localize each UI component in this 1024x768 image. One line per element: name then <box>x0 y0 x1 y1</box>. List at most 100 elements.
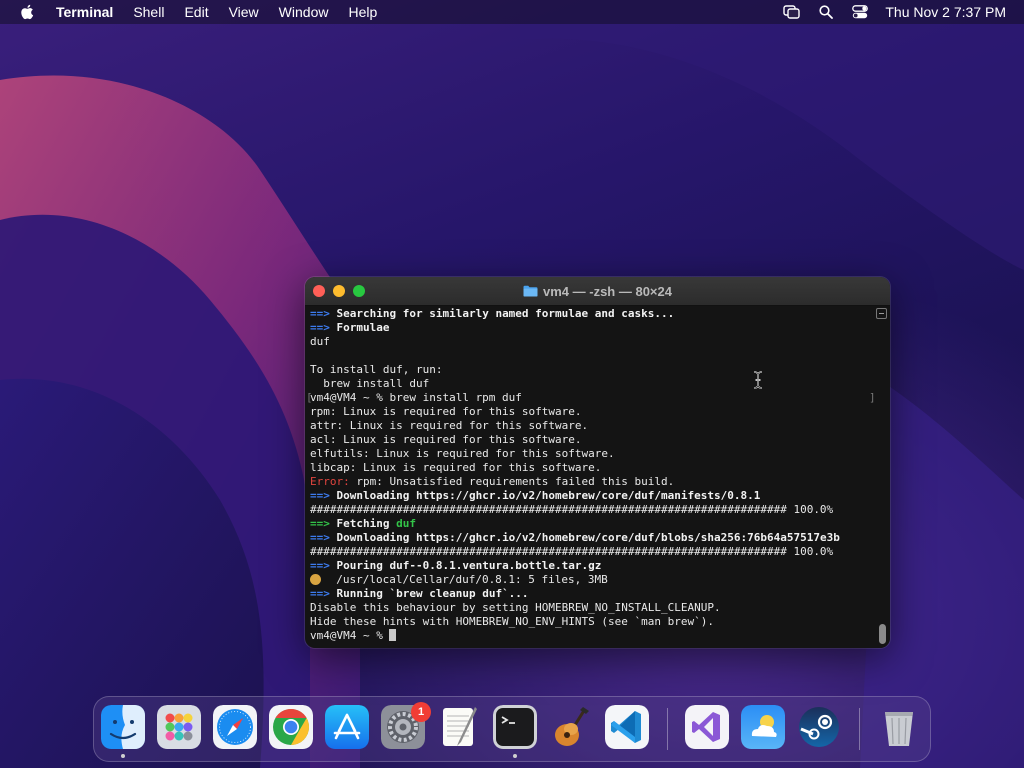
window-title: vm4 — -zsh — 80×24 <box>543 283 672 299</box>
folder-icon <box>523 285 538 297</box>
spotlight-search-icon[interactable] <box>816 3 836 21</box>
menu-help[interactable]: Help <box>338 0 387 24</box>
menu-view[interactable]: View <box>219 0 269 24</box>
terminal-text: rpm: Linux is required for this software… <box>310 405 582 418</box>
terminal-text: brew install duf <box>310 377 430 390</box>
terminal-text: acl: Linux is required for this software… <box>310 433 582 446</box>
dock-divider <box>859 708 860 750</box>
menu-bar-clock[interactable]: Thu Nov 2 7:37 PM <box>885 4 1006 20</box>
menu-app-name[interactable]: Terminal <box>46 0 123 24</box>
terminal-text: duf <box>396 517 416 530</box>
vscode-icon[interactable] <box>605 705 649 749</box>
terminal-line: vm4@VM4 ~ % <box>310 629 876 643</box>
window-titlebar[interactable]: vm4 — -zsh — 80×24 <box>305 277 890 306</box>
terminal-window[interactable]: vm4 — -zsh — 80×24 ==> Searching for sim… <box>305 277 890 648</box>
dock <box>93 696 931 762</box>
terminal-line: brew install duf <box>310 377 876 391</box>
terminal-text: Fetching <box>336 517 397 530</box>
apple-menu-icon[interactable] <box>20 4 34 20</box>
terminal-text: ########################################… <box>310 545 834 558</box>
menu-window[interactable]: Window <box>269 0 339 24</box>
terminal-text: ==> <box>310 531 337 544</box>
scrollbar[interactable] <box>875 306 890 648</box>
terminal-line: rpm: Linux is required for this software… <box>310 405 876 419</box>
terminal-cursor <box>389 629 397 641</box>
terminal-text: Error: <box>310 475 350 488</box>
terminal-text: attr: Linux is required for this softwar… <box>310 419 589 432</box>
terminal-text: To install duf, run: <box>310 363 443 376</box>
terminal-text: ==> <box>310 489 337 502</box>
terminal-icon[interactable] <box>493 705 537 749</box>
terminal-line: ==> Searching for similarly named formul… <box>310 307 876 321</box>
terminal-text: Pouring duf--0.8.1.ventura.bottle.tar.gz <box>336 559 602 572</box>
terminal-text: Running `brew cleanup duf`... <box>336 587 529 600</box>
safari-icon[interactable] <box>213 705 257 749</box>
terminal-text: ==> <box>310 517 337 530</box>
terminal-text: libcap: Linux is required for this softw… <box>310 461 602 474</box>
terminal-text: vm4@VM4 ~ % brew install rpm duf <box>310 391 522 404</box>
launchpad-icon[interactable] <box>157 705 201 749</box>
terminal-line: ==> Running `brew cleanup duf`... <box>310 587 876 601</box>
terminal-line: /usr/local/Cellar/duf/0.8.1: 5 files, 3M… <box>310 573 876 587</box>
terminal-text: Downloading https://ghcr.io/v2/homebrew/… <box>336 531 840 544</box>
scroll-split-icon[interactable] <box>876 308 887 319</box>
finder-icon[interactable] <box>101 705 145 749</box>
terminal-text: ########################################… <box>310 503 834 516</box>
terminal-line: duf <box>310 335 876 349</box>
chrome-icon[interactable] <box>269 705 313 749</box>
terminal-text: vm4@VM4 ~ % <box>310 629 390 642</box>
terminal-line: ==> Pouring duf--0.8.1.ventura.bottle.ta… <box>310 559 876 573</box>
textedit-icon[interactable] <box>437 705 481 749</box>
scrollbar-thumb[interactable] <box>879 624 886 644</box>
terminal-text: elfutils: Linux is required for this sof… <box>310 447 615 460</box>
screen-mirroring-icon[interactable] <box>782 3 802 21</box>
terminal-line: elfutils: Linux is required for this sof… <box>310 447 876 461</box>
terminal-line: To install duf, run: <box>310 363 876 377</box>
terminal-line: Error: rpm: Unsatisfied requirements fai… <box>310 475 876 489</box>
text-cursor-icon <box>752 371 764 389</box>
garageband-icon[interactable] <box>549 705 593 749</box>
terminal-line: Hide these hints with HOMEBREW_NO_ENV_HI… <box>310 615 876 629</box>
trash-icon[interactable] <box>877 705 921 749</box>
terminal-text: duf <box>310 335 330 348</box>
menu-edit[interactable]: Edit <box>174 0 218 24</box>
terminal-text: rpm: Unsatisfied requirements failed thi… <box>349 475 675 488</box>
terminal-text: ==> <box>310 587 337 600</box>
terminal-line: ==> Fetching duf <box>310 517 876 531</box>
app-store-icon[interactable] <box>325 705 369 749</box>
mark-bracket-left: [ <box>306 391 313 404</box>
mark-bracket-right: ] <box>869 391 876 404</box>
visual-studio-icon[interactable] <box>685 705 729 749</box>
terminal-text: Downloading https://ghcr.io/v2/homebrew/… <box>336 489 761 502</box>
terminal-text: ==> <box>310 559 337 572</box>
terminal-line: Disable this behaviour by setting HOMEBR… <box>310 601 876 615</box>
terminal-text: ==> <box>310 321 337 334</box>
terminal-line: ########################################… <box>310 503 876 517</box>
notification-badge: 1 <box>411 702 431 722</box>
terminal-line: ==> Formulae <box>310 321 876 335</box>
control-center-icon[interactable] <box>850 3 870 21</box>
terminal-line: attr: Linux is required for this softwar… <box>310 419 876 433</box>
terminal-line: ########################################… <box>310 545 876 559</box>
terminal-text: ==> <box>310 307 337 320</box>
terminal-output[interactable]: ==> Searching for similarly named formul… <box>310 307 876 643</box>
dock-divider <box>667 708 668 750</box>
weather-icon[interactable] <box>741 705 785 749</box>
steam-icon[interactable] <box>797 705 841 749</box>
beer-mug-icon <box>310 574 321 585</box>
running-indicator-finder <box>121 754 125 758</box>
menu-shell[interactable]: Shell <box>123 0 174 24</box>
terminal-text: Formulae <box>336 321 390 334</box>
terminal-line: ==> Downloading https://ghcr.io/v2/homeb… <box>310 489 876 503</box>
terminal-text: Hide these hints with HOMEBREW_NO_ENV_HI… <box>310 615 714 628</box>
terminal-text: Disable this behaviour by setting HOMEBR… <box>310 601 721 614</box>
terminal-line: ==> Downloading https://ghcr.io/v2/homeb… <box>310 531 876 545</box>
terminal-text: /usr/local/Cellar/duf/0.8.1: 5 files, 3M… <box>323 573 608 586</box>
terminal-text: Searching for similarly named formulae a… <box>336 307 675 320</box>
terminal-line: acl: Linux is required for this software… <box>310 433 876 447</box>
terminal-line: vm4@VM4 ~ % brew install rpm duf <box>310 391 876 405</box>
menu-bar: Terminal Shell Edit View Window Help Thu… <box>0 0 1024 24</box>
terminal-line: libcap: Linux is required for this softw… <box>310 461 876 475</box>
running-indicator-terminal <box>513 754 517 758</box>
